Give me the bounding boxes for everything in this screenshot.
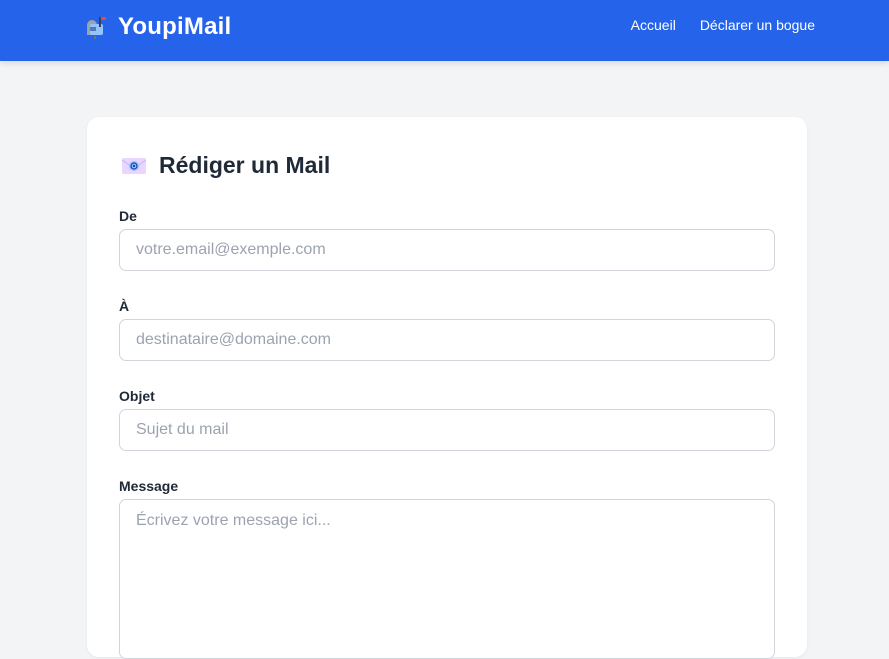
to-label: À bbox=[119, 298, 130, 314]
from-field[interactable] bbox=[119, 229, 775, 271]
from-label: De bbox=[119, 208, 137, 224]
compose-heading: Rédiger un Mail bbox=[121, 152, 330, 179]
nav-link-home[interactable]: Accueil bbox=[631, 17, 676, 33]
nav-link-report-bug[interactable]: Déclarer un bogue bbox=[700, 17, 815, 33]
brand-name: YoupiMail bbox=[118, 13, 232, 40]
message-field[interactable] bbox=[119, 499, 775, 659]
page-title: Rédiger un Mail bbox=[159, 152, 331, 178]
subject-field[interactable] bbox=[119, 409, 775, 451]
message-label: Message bbox=[119, 478, 179, 494]
subject-label: Objet bbox=[119, 388, 155, 404]
main-nav: Accueil Déclarer un bogue bbox=[631, 17, 815, 33]
brand-logo-link[interactable]: YoupiMail bbox=[84, 12, 231, 42]
mailbox-icon bbox=[84, 15, 108, 39]
compose-card: Rédiger un Mail De À Objet Message bbox=[87, 117, 807, 659]
to-field[interactable] bbox=[119, 319, 775, 361]
envelope-icon bbox=[121, 153, 147, 179]
top-navigation-bar: YoupiMail Accueil Déclarer un bogue bbox=[0, 0, 889, 61]
